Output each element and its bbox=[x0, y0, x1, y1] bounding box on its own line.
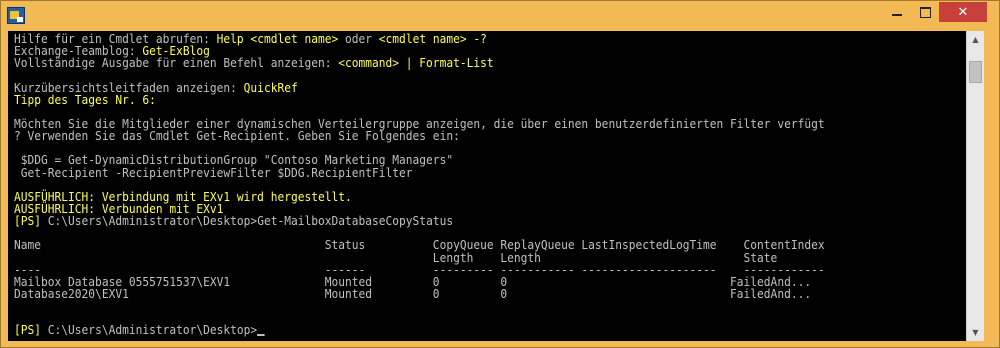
console-text: ? Verwenden Sie das Cmdlet Get-Recipient… bbox=[14, 129, 460, 144]
console-line: [PS] C:\Users\Administrator\Desktop>Get-… bbox=[14, 215, 825, 227]
console-line: ? Verwenden Sie das Cmdlet Get-Recipient… bbox=[14, 130, 825, 142]
console-text: [PS] bbox=[14, 214, 42, 229]
console-text: C:\Users\Administrator\Desktop> bbox=[41, 323, 258, 338]
console-text: C:\Users\Administrator\Desktop>Get-Mailb… bbox=[41, 214, 454, 229]
text-cursor bbox=[257, 333, 265, 336]
console-output[interactable]: Hilfe für ein Cmdlet abrufen: Help <cmdl… bbox=[8, 31, 966, 341]
minimize-button[interactable] bbox=[883, 2, 911, 22]
scroll-up-icon[interactable]: ▲ bbox=[967, 31, 984, 48]
console-text: Tipp des Tages Nr. 6: bbox=[14, 92, 156, 107]
console-text: <cmdlet name> -? bbox=[378, 32, 487, 46]
console-text: Database2020\EXV1 Mounted 0 0 FailedAnd.… bbox=[14, 286, 812, 301]
console-text: QuickRef bbox=[243, 80, 298, 95]
close-button[interactable]: ✕ bbox=[939, 2, 987, 22]
close-icon: ✕ bbox=[957, 4, 969, 20]
console-line: [PS] C:\Users\Administrator\Desktop> bbox=[14, 324, 825, 336]
console-line: Vollständige Ausgabe für einen Befehl an… bbox=[14, 57, 825, 69]
title-bar[interactable]: ✕ bbox=[1, 1, 999, 31]
console-text: Help <cmdlet name> bbox=[216, 32, 339, 46]
console-line: Tipp des Tages Nr. 6: bbox=[14, 94, 825, 106]
scrollbar-thumb[interactable] bbox=[969, 61, 982, 83]
console-lines: Hilfe für ein Cmdlet abrufen: Help <cmdl… bbox=[14, 33, 881, 337]
console-text: Get-Recipient -RecipientPreviewFilter $D… bbox=[14, 165, 413, 180]
scroll-down-icon[interactable]: ▼ bbox=[967, 324, 984, 341]
console-text: <command> | Format-List bbox=[338, 56, 494, 71]
shell-window: ✕ Hilfe für ein Cmdlet abrufen: Help <cm… bbox=[0, 0, 1000, 348]
console-line: Get-Recipient -RecipientPreviewFilter $D… bbox=[14, 165, 825, 180]
console-text: oder bbox=[338, 32, 379, 46]
exchange-management-shell-icon[interactable] bbox=[7, 7, 25, 24]
maximize-icon bbox=[919, 6, 931, 18]
vertical-scrollbar[interactable]: ▲ ▼ bbox=[966, 31, 984, 341]
console-text: Vollständige Ausgabe für einen Befehl an… bbox=[14, 56, 339, 71]
minimize-icon bbox=[892, 14, 902, 16]
console-text: [PS] bbox=[14, 323, 42, 338]
console-line: Database2020\EXV1 Mounted 0 0 FailedAnd.… bbox=[14, 288, 825, 300]
maximize-button[interactable] bbox=[911, 2, 939, 22]
